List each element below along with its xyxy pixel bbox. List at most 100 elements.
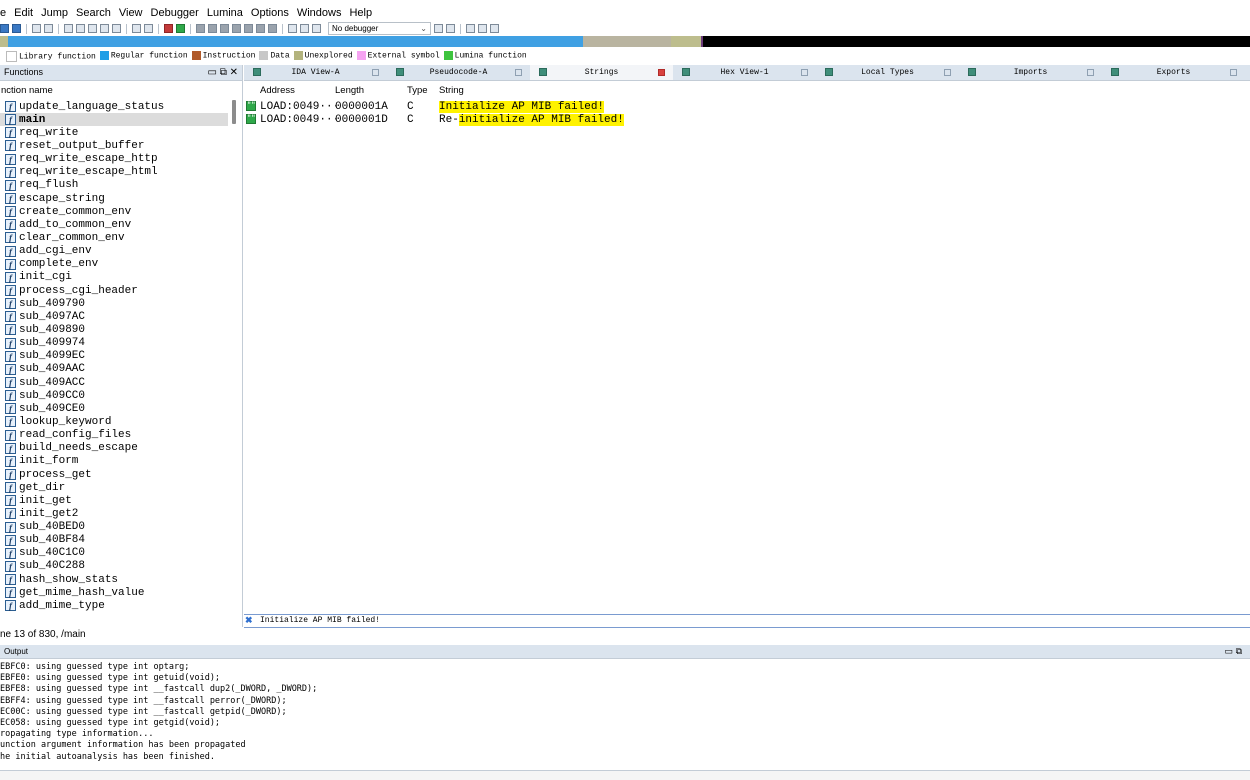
save-icon[interactable] xyxy=(12,24,21,33)
quick-filter-bar[interactable]: ✖ Initialize AP MIB failed! xyxy=(244,614,1250,628)
play-icon[interactable] xyxy=(288,24,297,33)
search-binary-icon[interactable] xyxy=(100,24,109,33)
step-over-icon[interactable] xyxy=(478,24,487,33)
function-row[interactable]: f escape_string xyxy=(0,192,228,205)
function-row[interactable]: f reset_output_buffer xyxy=(0,139,228,152)
search-text-icon[interactable] xyxy=(88,24,97,33)
function-row[interactable]: f sub_40BF84 xyxy=(0,534,228,547)
search-next-icon[interactable] xyxy=(76,24,85,33)
function-row[interactable]: f update_language_status xyxy=(0,100,228,113)
float-icon[interactable]: ⧉ xyxy=(220,67,227,78)
function-row[interactable]: f read_config_files xyxy=(0,429,228,442)
function-row[interactable]: f sub_40BED0 xyxy=(0,521,228,534)
close-filter-icon[interactable]: ✖ xyxy=(245,615,253,627)
tab-imports[interactable]: Imports xyxy=(959,65,1102,80)
column-type[interactable]: Type xyxy=(407,84,428,98)
function-row[interactable]: f lookup_keyword xyxy=(0,415,228,428)
locals-icon[interactable] xyxy=(268,24,277,33)
lumina-icon[interactable] xyxy=(176,24,185,33)
watch-icon[interactable] xyxy=(220,24,229,33)
float-icon[interactable]: ⧉ xyxy=(1236,646,1242,656)
function-row[interactable]: f sub_409790 xyxy=(0,297,228,310)
tab-close-icon[interactable] xyxy=(1230,69,1237,76)
function-row[interactable]: f sub_4097AC xyxy=(0,310,228,323)
tab-close-icon[interactable] xyxy=(801,69,808,76)
search-icon[interactable] xyxy=(64,24,73,33)
functions-column-header[interactable]: nction name xyxy=(0,84,233,98)
menu-item[interactable]: View xyxy=(115,4,147,22)
navigation-band[interactable] xyxy=(0,36,1250,47)
code-icon[interactable] xyxy=(132,24,141,33)
debugger-select[interactable]: No debugger ⌄ xyxy=(328,22,431,35)
function-row[interactable]: f sub_409ACC xyxy=(0,376,228,389)
function-row[interactable]: f req_write xyxy=(0,126,228,139)
function-row[interactable]: f add_mime_type xyxy=(0,599,228,612)
restore-icon[interactable]: ▭ xyxy=(1225,646,1234,656)
tab-pseudocode-a[interactable]: Pseudocode-A xyxy=(387,65,530,80)
menu-item[interactable]: Edit xyxy=(10,4,37,22)
tab-close-icon[interactable] xyxy=(658,69,665,76)
function-row[interactable]: f req_flush xyxy=(0,179,228,192)
function-row[interactable]: f create_common_env xyxy=(0,205,228,218)
function-row[interactable]: f build_needs_escape xyxy=(0,442,228,455)
function-row[interactable]: f sub_409974 xyxy=(0,337,228,350)
menu-item[interactable]: Lumina xyxy=(203,4,247,22)
stack-icon[interactable] xyxy=(232,24,241,33)
tab-local-types[interactable]: Local Types xyxy=(816,65,959,80)
menu-item[interactable]: e xyxy=(0,4,10,22)
function-row[interactable]: f init_cgi xyxy=(0,271,228,284)
function-row[interactable]: f clear_common_env xyxy=(0,231,228,244)
stop-icon[interactable] xyxy=(312,24,321,33)
breakpoint-icon[interactable] xyxy=(196,24,205,33)
menu-item[interactable]: Debugger xyxy=(147,4,203,22)
function-row[interactable]: f req_write_escape_html xyxy=(0,166,228,179)
function-row[interactable]: f init_get xyxy=(0,494,228,507)
search-immediate-icon[interactable] xyxy=(112,24,121,33)
tab-exports[interactable]: Exports xyxy=(1102,65,1245,80)
menu-item[interactable]: Jump xyxy=(37,4,72,22)
trace-icon[interactable] xyxy=(208,24,217,33)
function-row[interactable]: f sub_409890 xyxy=(0,323,228,336)
threads-icon[interactable] xyxy=(256,24,265,33)
quick-filter-input[interactable]: Initialize AP MIB failed! xyxy=(260,615,380,627)
function-row[interactable]: f init_form xyxy=(0,455,228,468)
debugger-options-icon[interactable] xyxy=(434,24,443,33)
graph-icon[interactable] xyxy=(164,24,173,33)
tab-close-icon[interactable] xyxy=(944,69,951,76)
function-row[interactable]: f sub_409CC0 xyxy=(0,389,228,402)
tab-hex-view-1[interactable]: Hex View-1 xyxy=(673,65,816,80)
menu-item[interactable]: Help xyxy=(345,4,376,22)
forward-icon[interactable] xyxy=(44,24,53,33)
tab-strings[interactable]: Strings xyxy=(530,65,673,80)
functions-scrollbar[interactable] xyxy=(232,100,236,124)
open-icon[interactable] xyxy=(0,24,9,33)
column-address[interactable]: Address xyxy=(260,84,295,98)
functions-panel-controls[interactable]: ▭ ⧉ ✕ xyxy=(207,65,238,80)
function-row[interactable]: f sub_40C1C0 xyxy=(0,547,228,560)
back-icon[interactable] xyxy=(32,24,41,33)
function-row[interactable]: f main xyxy=(0,113,228,127)
string-row[interactable]: "" LOAD:0049··· 0000001A C Initialize AP MIB… xyxy=(244,101,1244,114)
tab-ida-view-a[interactable]: IDA View-A xyxy=(244,65,387,80)
tab-close-icon[interactable] xyxy=(372,69,379,76)
function-row[interactable]: f init_get2 xyxy=(0,507,228,520)
function-row[interactable]: f req_write_escape_http xyxy=(0,153,228,166)
modules-icon[interactable] xyxy=(244,24,253,33)
column-string[interactable]: String xyxy=(439,84,464,98)
tab-close-icon[interactable] xyxy=(515,69,522,76)
column-length[interactable]: Length xyxy=(335,84,364,98)
pause-icon[interactable] xyxy=(300,24,309,33)
function-row[interactable]: f sub_409AAC xyxy=(0,363,228,376)
string-row[interactable]: "" LOAD:0049··· 0000001D C Re-initialize AP … xyxy=(244,114,1244,127)
function-row[interactable]: f process_get xyxy=(0,468,228,481)
function-row[interactable]: f sub_409CE0 xyxy=(0,402,228,415)
function-row[interactable]: f complete_env xyxy=(0,258,228,271)
function-row[interactable]: f get_mime_hash_value xyxy=(0,586,228,599)
function-row[interactable]: f get_dir xyxy=(0,481,228,494)
function-row[interactable]: f sub_40C288 xyxy=(0,560,228,573)
tab-close-icon[interactable] xyxy=(1087,69,1094,76)
menu-item[interactable]: Options xyxy=(247,4,293,22)
close-icon[interactable]: ✕ xyxy=(230,67,238,78)
data-icon[interactable] xyxy=(144,24,153,33)
debugger-attach-icon[interactable] xyxy=(446,24,455,33)
